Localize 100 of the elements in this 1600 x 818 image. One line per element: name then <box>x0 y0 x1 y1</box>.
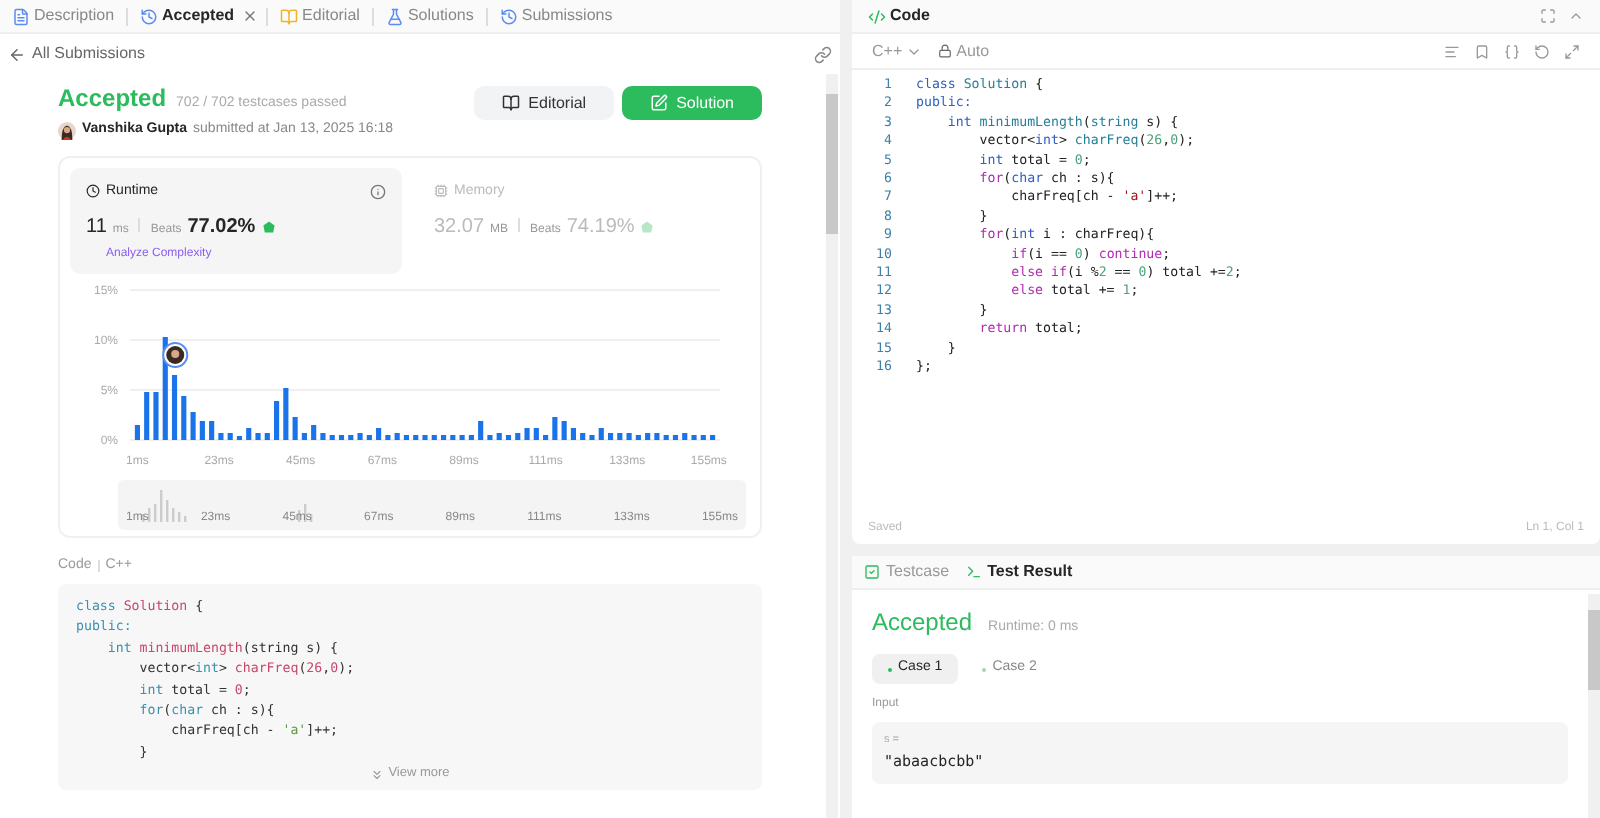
chart-bar <box>357 432 363 439</box>
panel-tab[interactable]: Description <box>8 4 119 28</box>
chart-bar <box>589 434 595 439</box>
chart-bar <box>710 434 716 439</box>
panel-tab[interactable]: Editorial <box>276 4 364 28</box>
edit-icon <box>650 94 669 112</box>
chart-bar <box>301 432 307 439</box>
chart-bar <box>580 432 586 439</box>
beats-value: 77.02% <box>187 214 256 242</box>
chart-bar <box>515 432 521 439</box>
chart-bar <box>524 427 530 439</box>
lock-icon <box>938 44 953 58</box>
chart-bar <box>468 434 474 439</box>
panel-tab[interactable]: Test Result <box>965 560 1073 584</box>
chart-bar <box>153 391 159 439</box>
chart-bar <box>218 432 224 439</box>
chart-bar <box>626 432 632 439</box>
chart-bar <box>450 434 456 439</box>
panel-tab[interactable]: Testcase <box>864 560 950 584</box>
maximize-icon[interactable] <box>1540 8 1556 24</box>
checkbox-icon <box>864 564 880 580</box>
chart-bar <box>320 432 326 439</box>
chevrons-down-icon <box>370 767 385 782</box>
chart-bar <box>329 434 335 439</box>
badge-icon <box>261 220 276 234</box>
chart-bar <box>338 434 345 439</box>
chart-bar <box>422 434 428 439</box>
chart-bar <box>413 434 419 439</box>
scrollbar[interactable] <box>826 74 838 818</box>
chart-bar <box>144 391 150 439</box>
chart-bar <box>255 432 261 439</box>
editorial-button[interactable]: Editorial <box>474 86 615 120</box>
chart-bar <box>348 434 354 439</box>
chart-bar <box>682 432 688 439</box>
reset-icon[interactable] <box>1534 43 1550 59</box>
chip-icon <box>434 184 448 199</box>
chart-bar <box>366 434 372 439</box>
chart-bar <box>274 400 280 439</box>
chart-bar <box>283 387 289 439</box>
chart-bar <box>209 420 215 439</box>
braces-icon[interactable] <box>1504 43 1520 59</box>
clock-icon <box>86 184 100 199</box>
chart-bar <box>459 434 465 439</box>
beats-value: 74.19% <box>566 214 635 242</box>
chart-bar <box>292 416 298 439</box>
info-icon[interactable] <box>370 183 386 200</box>
chart-bar <box>134 424 140 439</box>
terminal-icon <box>965 564 982 580</box>
avatar <box>58 121 76 140</box>
chart-bar <box>181 395 187 439</box>
scrollbar[interactable] <box>1588 594 1600 818</box>
chart-bar <box>385 434 391 439</box>
metric-value: 11 <box>86 214 107 242</box>
chart-bar <box>311 424 317 439</box>
chart-bar <box>607 432 614 439</box>
chart-bar <box>505 434 512 439</box>
collapse-icon[interactable] <box>1568 8 1584 24</box>
chart-bar <box>561 420 567 439</box>
chart-bar <box>190 411 196 439</box>
result-status: Accepted <box>872 606 973 640</box>
chart-bar <box>171 374 178 439</box>
bookmark-icon[interactable] <box>1474 43 1490 59</box>
solution-button[interactable]: Solution <box>622 86 762 120</box>
chart-bar <box>617 432 623 439</box>
book-icon <box>280 7 299 25</box>
link-icon[interactable] <box>814 45 832 63</box>
chart-bar <box>645 432 651 439</box>
history-icon <box>499 7 518 25</box>
panel-tab[interactable]: Solutions <box>381 4 478 28</box>
back-arrow-icon <box>8 45 26 63</box>
panel-tab[interactable]: Submissions <box>495 4 617 28</box>
expand-icon[interactable] <box>1564 43 1580 59</box>
chart-bar <box>635 434 641 439</box>
history-icon <box>140 7 159 25</box>
chart-bar <box>496 432 502 439</box>
chart-bar <box>700 434 706 439</box>
book-icon <box>502 94 521 112</box>
panel-tab[interactable]: Accepted <box>136 4 239 28</box>
close-icon[interactable] <box>242 8 259 24</box>
format-icon[interactable] <box>1444 43 1460 59</box>
chart-bar <box>663 434 669 439</box>
chart-bar <box>691 434 697 439</box>
flask-icon <box>385 7 404 25</box>
chart-bar <box>533 427 539 439</box>
chart-bar <box>199 420 205 439</box>
status-text: Accepted <box>58 82 167 116</box>
chart-bar <box>543 434 549 439</box>
back-link[interactable]: All Submissions <box>8 42 145 66</box>
chart-bar <box>403 434 409 439</box>
avatar-marker <box>162 341 189 367</box>
language-dropdown[interactable]: C++ <box>872 39 923 63</box>
mode-label[interactable]: Auto <box>938 39 990 63</box>
document-icon <box>12 7 30 25</box>
chart-bar <box>570 427 576 439</box>
chart-bar <box>431 434 437 439</box>
chart-bar <box>394 432 400 439</box>
chart-bar <box>487 434 493 439</box>
metric-value: 32.07 <box>434 214 485 242</box>
chart-bar <box>672 434 679 439</box>
chart-bar <box>264 432 270 439</box>
